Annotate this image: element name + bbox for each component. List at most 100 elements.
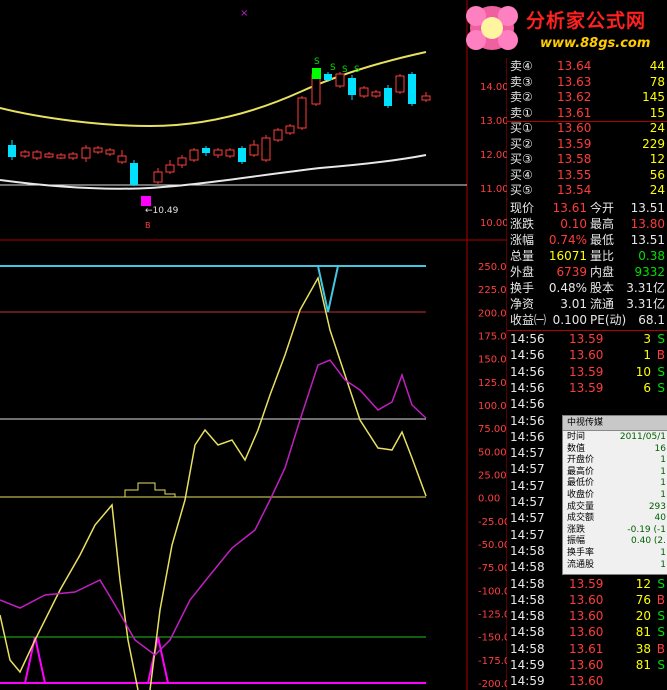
candle-body: [384, 88, 392, 106]
info-popup[interactable]: 中视传媒 时间 2011/05/1 数值 16 开盘价 1 最高价 1 最低价 1 收盘价 1 成交量 2…: [562, 415, 667, 575]
candle-body: [359, 87, 369, 97]
candle-body: [105, 149, 115, 155]
popup-key: 涨跌: [567, 524, 586, 535]
candle-body: [371, 91, 381, 97]
tick-time: 14:58: [510, 609, 545, 624]
popup-key: 开盘价: [567, 455, 595, 466]
popup-key: 最低价: [567, 478, 595, 489]
popup-value: 0.40 (2.: [631, 536, 666, 547]
level-label: 卖②: [510, 90, 533, 104]
stat-value: 0.100: [552, 313, 587, 327]
tick-row[interactable]: 14:56 13.59 10 S: [507, 364, 667, 380]
level-label: 买④: [510, 167, 533, 182]
indicator-tick: 75.00: [478, 424, 507, 435]
ask-row[interactable]: 卖② 13.62 145: [507, 89, 667, 105]
tick-price: 13.59: [569, 364, 604, 379]
stat-key: 外盘: [510, 265, 535, 279]
bid-row[interactable]: 买③ 13.58 12: [507, 151, 667, 167]
price-axis: 14.00 13.00 12.00 11.00 10.00: [480, 82, 509, 229]
level-volume: 12: [649, 152, 665, 166]
candle-body: [273, 129, 283, 141]
top-marker: ×: [240, 8, 248, 19]
tick-volume: 6: [643, 380, 651, 395]
candle-body: [177, 157, 187, 166]
tick-time: 14:58: [510, 625, 545, 640]
popup-key: 最高价: [567, 466, 595, 477]
bid-row[interactable]: 买① 13.60 24: [507, 120, 667, 136]
tick-row[interactable]: 14:56 13.59 3 S: [507, 331, 667, 347]
tick-row[interactable]: 14:56 13.60 1 B: [507, 347, 667, 363]
tick-price: 13.61: [569, 641, 604, 656]
stat-key: 现价: [510, 201, 535, 215]
tick-time: 14:56: [510, 397, 545, 412]
popup-row: 振幅 0.40 (2.: [563, 536, 667, 547]
tick-row[interactable]: 14:56: [507, 396, 667, 412]
stat-row: 总量 16071 量比 0.38: [507, 248, 667, 264]
stat-key: 总量: [510, 249, 535, 263]
stat-value: 9332: [634, 265, 665, 279]
bid-row[interactable]: 买② 13.59 229: [507, 136, 667, 152]
tick-volume: 10: [635, 364, 651, 379]
tick-row[interactable]: 14:59 13.60 81 S: [507, 657, 667, 673]
popup-title: 中视传媒: [563, 416, 667, 431]
popup-row: 涨跌 -0.19 (-1: [563, 525, 667, 536]
level-label: 买①: [510, 121, 533, 135]
level-volume: 56: [649, 167, 665, 182]
tick-row[interactable]: 14:58 13.60 81 S: [507, 624, 667, 640]
level-price: 13.54: [557, 183, 592, 197]
popup-value: 16: [654, 443, 666, 454]
ask-row[interactable]: 卖① 13.61 15: [507, 105, 667, 121]
buy-marker: B: [145, 221, 151, 230]
level-volume: 229: [642, 136, 665, 151]
price-tick: 13.00: [480, 116, 509, 127]
level-volume: 78: [649, 74, 665, 89]
candle-body: [225, 149, 235, 157]
popup-row: 最低价 1: [563, 478, 667, 489]
level-price: 13.61: [557, 105, 592, 120]
order-book: 卖④ 13.64 44 卖③ 13.63 78 卖② 13.62 145 卖① 13.61 15 买① 1…: [507, 58, 667, 198]
stat-key: 今开: [590, 201, 615, 215]
yellow-oscillator: [0, 275, 427, 690]
popup-key: 振幅: [567, 536, 586, 547]
stat-value: 3.01: [560, 297, 587, 311]
popup-value: 1: [660, 490, 666, 500]
stat-key: 换手: [510, 281, 535, 295]
bid-row[interactable]: 买④ 13.55 56: [507, 167, 667, 183]
stat-value: 16071: [548, 249, 587, 263]
level-label: 卖①: [510, 105, 533, 120]
level-price: 13.59: [557, 136, 592, 151]
stat-key: 流通: [590, 297, 615, 311]
candle-body: [261, 137, 271, 161]
stat-row: 收益㈠ 0.100 PE(动) 68.1: [507, 312, 667, 328]
tick-price: 13.60: [569, 592, 604, 607]
tick-row[interactable]: 14:58 13.60 76 B: [507, 592, 667, 608]
tick-time: 14:58: [510, 560, 545, 575]
bid-row[interactable]: 买⑤ 13.54 24: [507, 182, 667, 198]
tick-time: 14:56: [510, 332, 545, 346]
tick-time: 14:56: [510, 380, 545, 395]
ask-row[interactable]: 卖④ 13.64 44: [507, 58, 667, 74]
tick-row[interactable]: 14:59 13.60: [507, 673, 667, 689]
candle-body: [44, 153, 54, 158]
popup-row: 时间 2011/05/1: [563, 432, 667, 443]
tick-row[interactable]: 14:58 13.60 20 S: [507, 608, 667, 624]
tick-time: 14:57: [510, 495, 545, 509]
candle-body: [20, 151, 30, 157]
level-price: 13.60: [557, 121, 592, 135]
tick-row[interactable]: 14:58 13.61 38 B: [507, 641, 667, 657]
candle-body: [335, 73, 345, 87]
price-tick: 12.00: [480, 150, 509, 161]
tick-row[interactable]: 14:58 13.59 12 S: [507, 576, 667, 592]
candle-body: [297, 97, 307, 129]
sell-marker: S: [354, 65, 360, 75]
tick-row[interactable]: 14:56 13.59 6 S: [507, 380, 667, 396]
low-price-label: ←10.49: [145, 206, 179, 216]
tick-time: 14:57: [510, 511, 545, 526]
ma-lower-line: [0, 154, 427, 190]
stat-key: 量比: [590, 249, 615, 263]
candle-body: [202, 148, 210, 153]
tick-direction: S: [657, 576, 665, 591]
ask-row[interactable]: 卖③ 13.63 78: [507, 74, 667, 90]
tick-time: 14:56: [510, 413, 545, 428]
price-tick: 10.00: [480, 218, 509, 229]
